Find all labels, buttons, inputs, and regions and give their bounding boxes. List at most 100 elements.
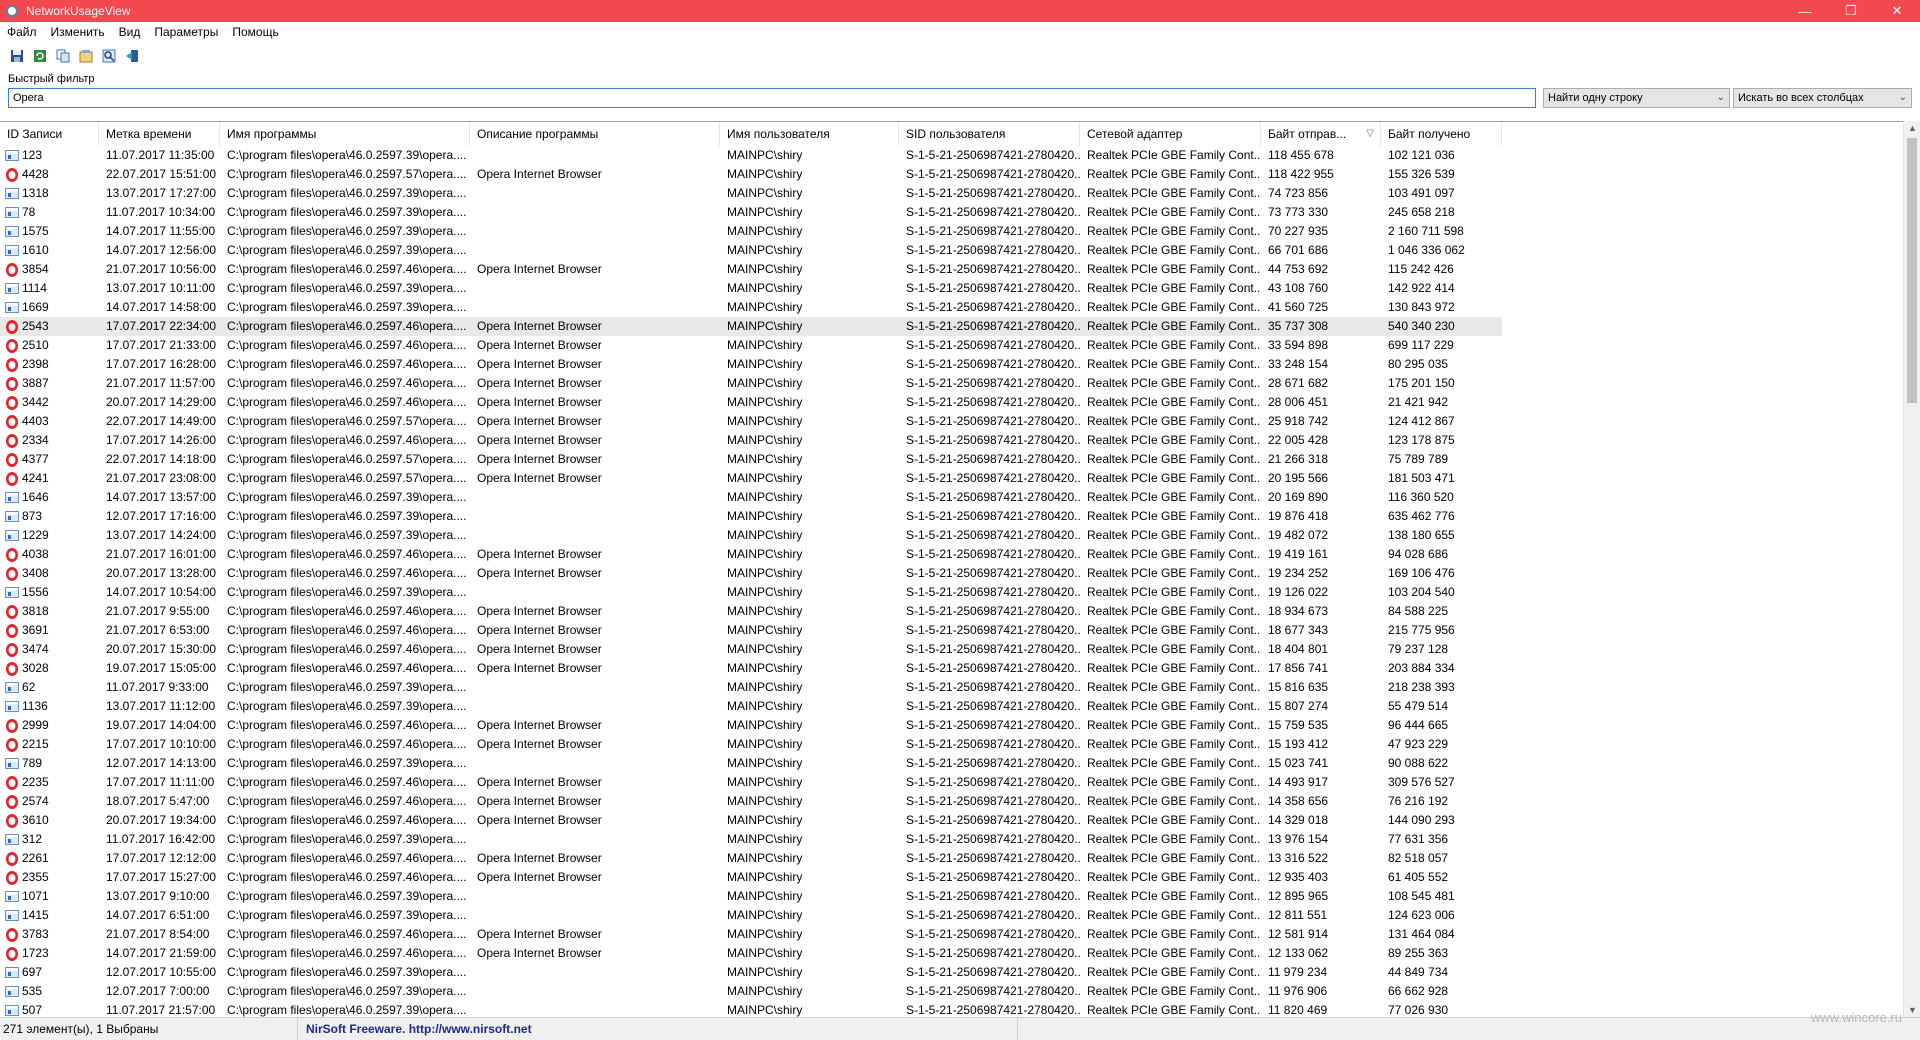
table-row[interactable]: 2999 19.07.2017 14:04:00 C:\program files\… [0, 716, 1502, 735]
menu-view[interactable]: Вид [112, 22, 148, 42]
cell-user: MAINPC\shiry [727, 946, 803, 960]
table-row[interactable]: 4428 22.07.2017 15:51:00 C:\program files\… [0, 165, 1502, 184]
cell-time: 17.07.2017 22:34:00 [106, 319, 217, 333]
table-row[interactable]: 3887 21.07.2017 11:57:00 C:\program files\… [0, 374, 1502, 393]
table-row[interactable]: 697 12.07.2017 10:55:00 C:\program files\o… [0, 963, 1502, 982]
cell-description: Opera Internet Browser [477, 794, 602, 808]
column-header-bytes-sent[interactable]: Байт отправ... ▽ [1261, 122, 1381, 146]
nirsoft-link[interactable]: NirSoft Freeware. http://www.nirsoft.net [298, 1018, 1018, 1040]
cell-description: Opera Internet Browser [477, 946, 602, 960]
table-row[interactable]: 4038 21.07.2017 16:01:00 C:\program files\… [0, 545, 1502, 564]
properties-icon[interactable] [77, 47, 95, 65]
cell-bytes-received: 635 462 776 [1388, 509, 1455, 523]
cell-bytes-received: 79 237 128 [1388, 642, 1449, 656]
table-row[interactable]: 4377 22.07.2017 14:18:00 C:\program files\… [0, 450, 1502, 469]
save-icon[interactable] [8, 47, 26, 65]
find-icon[interactable] [100, 47, 118, 65]
refresh-icon[interactable] [31, 47, 49, 65]
scroll-up-icon[interactable]: ▲ [1908, 123, 1917, 133]
column-header-time[interactable]: Метка времени [99, 122, 220, 146]
cell-sid: S-1-5-21-2506987421-2780420... [906, 661, 1080, 675]
table-row[interactable]: 789 12.07.2017 14:13:00 C:\program files\o… [0, 754, 1502, 773]
table-row[interactable]: 3442 20.07.2017 14:29:00 C:\program files\… [0, 393, 1502, 412]
filter-scope-dropdown[interactable]: Искать во всех столбцах ⌄ [1733, 88, 1912, 108]
table-row[interactable]: 1610 14.07.2017 12:56:00 C:\program files\… [0, 241, 1502, 260]
table-row[interactable]: 2334 17.07.2017 14:26:00 C:\program files\… [0, 431, 1502, 450]
cell-description: Opera Internet Browser [477, 642, 602, 656]
table-row[interactable]: 1723 14.07.2017 21:59:00 C:\program files\… [0, 944, 1502, 963]
table-row[interactable]: 3783 21.07.2017 8:54:00 C:\program files\o… [0, 925, 1502, 944]
maximize-button[interactable]: ❐ [1828, 0, 1874, 22]
cell-sid: S-1-5-21-2506987421-2780420... [906, 585, 1080, 599]
table-row[interactable]: 1136 13.07.2017 11:12:00 C:\program files\… [0, 697, 1502, 716]
cell-bytes-sent: 13 316 522 [1268, 851, 1329, 865]
table-row[interactable]: 1669 14.07.2017 14:58:00 C:\program files\… [0, 298, 1502, 317]
table-row[interactable]: 1646 14.07.2017 13:57:00 C:\program files\… [0, 488, 1502, 507]
column-header-user[interactable]: Имя пользователя [720, 122, 899, 146]
table-row[interactable]: 1229 13.07.2017 14:24:00 C:\program files\… [0, 526, 1502, 545]
menu-options[interactable]: Параметры [147, 22, 225, 42]
quick-filter-input[interactable] [8, 88, 1536, 108]
table-row[interactable]: 3474 20.07.2017 15:30:00 C:\program files\… [0, 640, 1502, 659]
table-row[interactable]: 1415 14.07.2017 6:51:00 C:\program files\o… [0, 906, 1502, 925]
table-row[interactable]: 3610 20.07.2017 19:34:00 C:\program files\… [0, 811, 1502, 830]
column-header-sid[interactable]: SID пользователя [899, 122, 1080, 146]
vertical-scrollbar[interactable]: ▲ ▼ [1903, 121, 1920, 1017]
menu-help[interactable]: Помощь [225, 22, 285, 42]
table-row[interactable]: 3691 21.07.2017 6:53:00 C:\program files\o… [0, 621, 1502, 640]
cell-id-text: 1646 [22, 490, 49, 504]
column-header-program[interactable]: Имя программы [220, 122, 470, 146]
column-header-id[interactable]: ID Записи [0, 122, 99, 146]
column-header-adapter[interactable]: Сетевой адаптер [1080, 122, 1261, 146]
table-row[interactable]: 1575 14.07.2017 11:55:00 C:\program files\… [0, 222, 1502, 241]
table-row[interactable]: 123 11.07.2017 11:35:00 C:\program files\o… [0, 146, 1502, 165]
table-row[interactable]: 1318 13.07.2017 17:27:00 C:\program files\… [0, 184, 1502, 203]
cell-bytes-received: 96 444 665 [1388, 718, 1449, 732]
table-row[interactable]: 2215 17.07.2017 10:10:00 C:\program files\… [0, 735, 1502, 754]
cell-sid: S-1-5-21-2506987421-2780420... [906, 243, 1080, 257]
table-row[interactable]: 2235 17.07.2017 11:11:00 C:\program files\… [0, 773, 1502, 792]
table-row[interactable]: 4403 22.07.2017 14:49:00 C:\program files\… [0, 412, 1502, 431]
table-row[interactable]: 3028 19.07.2017 15:05:00 C:\program files\… [0, 659, 1502, 678]
copy-icon[interactable] [54, 47, 72, 65]
column-header-description[interactable]: Описание программы [470, 122, 720, 146]
scroll-down-icon[interactable]: ▼ [1908, 1005, 1917, 1015]
table-row[interactable]: 873 12.07.2017 17:16:00 C:\program files\o… [0, 507, 1502, 526]
table-row[interactable]: 507 11.07.2017 21:57:00 C:\program files\o… [0, 1001, 1502, 1018]
minimize-button[interactable]: — [1782, 0, 1828, 22]
menu-file[interactable]: Файл [0, 22, 44, 42]
table-row[interactable]: 2355 17.07.2017 15:27:00 C:\program files\… [0, 868, 1502, 887]
cell-id: 2999 [0, 716, 99, 735]
table-row[interactable]: 312 11.07.2017 16:42:00 C:\program files\o… [0, 830, 1502, 849]
cell-description [470, 830, 720, 849]
table-row[interactable]: 2574 18.07.2017 5:47:00 C:\program files\o… [0, 792, 1502, 811]
table-row[interactable]: 1114 13.07.2017 10:11:00 C:\program files\… [0, 279, 1502, 298]
table-row[interactable]: 3854 21.07.2017 10:56:00 C:\program files\… [0, 260, 1502, 279]
table-row[interactable]: 535 12.07.2017 7:00:00 C:\program files\op… [0, 982, 1502, 1001]
menu-bar: Файл Изменить Вид Параметры Помощь [0, 22, 1920, 42]
table-row[interactable]: 1556 14.07.2017 10:54:00 C:\program files\… [0, 583, 1502, 602]
scrollbar-thumb[interactable] [1907, 138, 1917, 403]
cell-id: 2543 [0, 317, 99, 336]
cell-bytes-sent: 12 581 914 [1268, 927, 1329, 941]
cell-id-text: 1114 [22, 281, 47, 295]
table-row[interactable]: 78 11.07.2017 10:34:00 C:\program files\op… [0, 203, 1502, 222]
menu-edit[interactable]: Изменить [44, 22, 112, 42]
column-header-bytes-received[interactable]: Байт получено [1381, 122, 1502, 146]
table-row[interactable]: 4241 21.07.2017 23:08:00 C:\program files\… [0, 469, 1502, 488]
table-row[interactable]: 3818 21.07.2017 9:55:00 C:\program files\o… [0, 602, 1502, 621]
table-row[interactable]: 3408 20.07.2017 13:28:00 C:\program files\… [0, 564, 1502, 583]
table-row[interactable]: 2543 17.07.2017 22:34:00 C:\program files\… [0, 317, 1502, 336]
filter-mode-dropdown[interactable]: Найти одну строку ⌄ [1543, 88, 1730, 108]
cell-adapter: Realtek PCIe GBE Family Cont... [1087, 167, 1261, 181]
table-row[interactable]: 2398 17.07.2017 16:28:00 C:\program files\… [0, 355, 1502, 374]
table-row[interactable]: 2510 17.07.2017 21:33:00 C:\program files\… [0, 336, 1502, 355]
table-row[interactable]: 2261 17.07.2017 12:12:00 C:\program files\… [0, 849, 1502, 868]
cell-user: MAINPC\shiry [727, 604, 803, 618]
cell-id: 1575 [0, 222, 99, 241]
table-row[interactable]: 62 11.07.2017 9:33:00 C:\program files\ope… [0, 678, 1502, 697]
exit-icon[interactable] [123, 47, 141, 65]
cell-program: C:\program files\opera\46.0.2597.39\oper… [227, 585, 467, 599]
table-row[interactable]: 1071 13.07.2017 9:10:00 C:\program files\o… [0, 887, 1502, 906]
close-button[interactable]: ✕ [1874, 0, 1920, 22]
